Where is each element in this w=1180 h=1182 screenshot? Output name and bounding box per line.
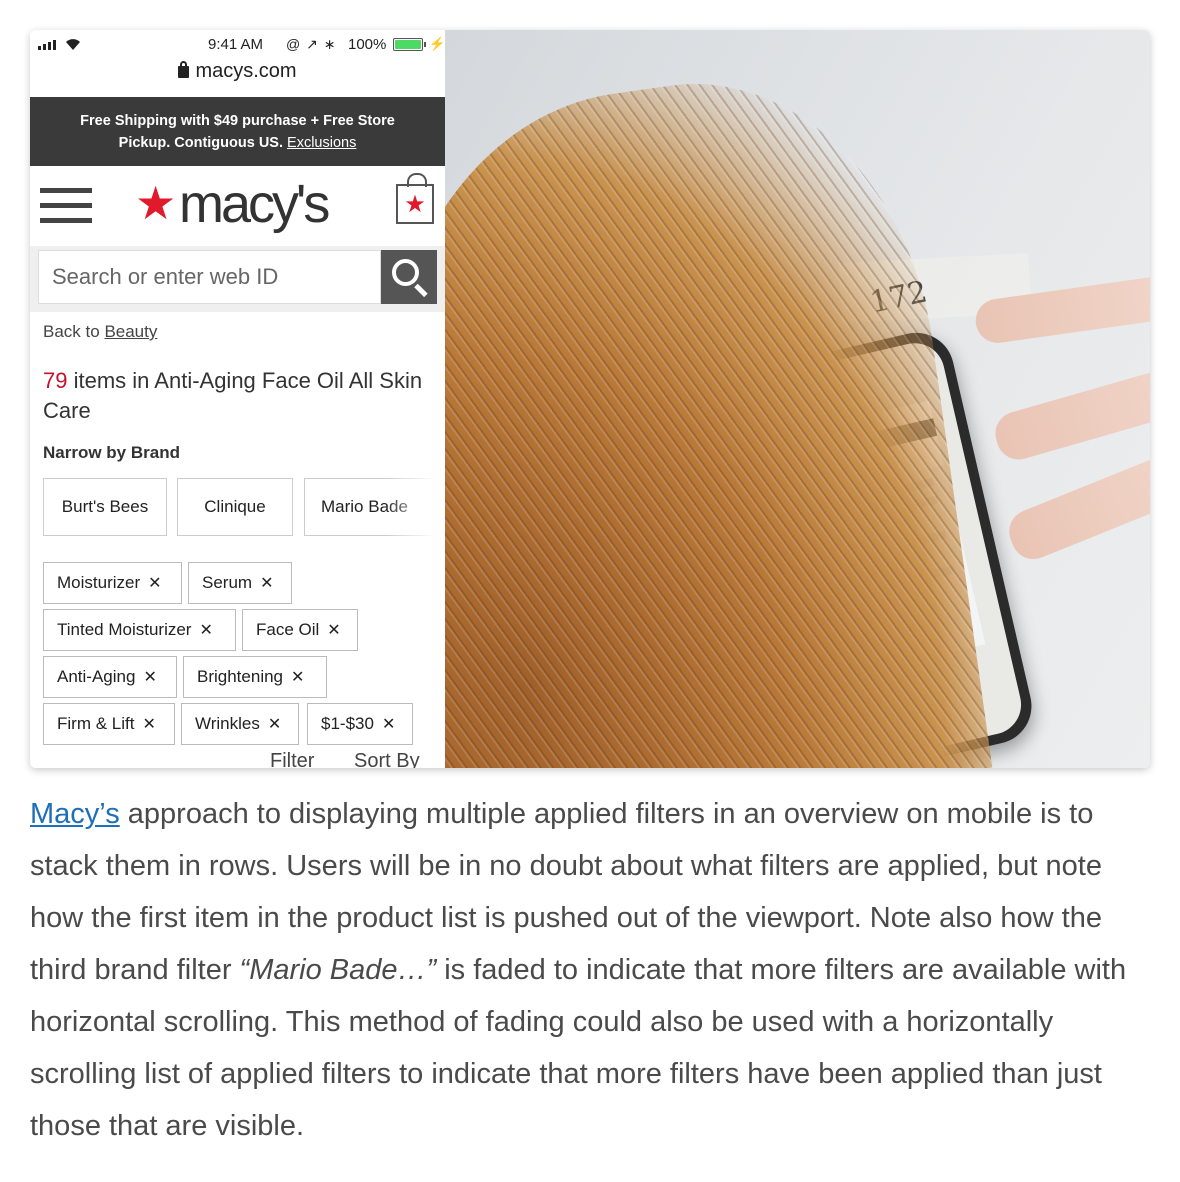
results-text: items in Anti-Aging Face Oil All Skin Ca… xyxy=(43,368,423,423)
brand-filter-row[interactable]: Burt's Bees Clinique Mario Bade xyxy=(43,478,445,536)
brand-button-clinique[interactable]: Clinique xyxy=(177,478,293,536)
remove-icon[interactable]: ✕ xyxy=(148,575,161,592)
sort-by-tab[interactable]: Sort By xyxy=(354,750,420,768)
finger xyxy=(990,363,1150,465)
lock-icon xyxy=(178,61,190,78)
remove-icon[interactable]: ✕ xyxy=(268,716,281,733)
status-bar: 9:41 AM @ ↗ ∗ 100% ⚡ xyxy=(30,30,445,60)
filter-chip[interactable]: Face Oil ✕ xyxy=(242,609,358,651)
wifi-icon xyxy=(66,39,80,50)
menu-icon[interactable] xyxy=(40,188,92,224)
signal-icon xyxy=(38,40,60,50)
logo-star-icon: ★ xyxy=(135,177,177,229)
search-button[interactable] xyxy=(381,250,437,304)
promo-banner: Free Shipping with $49 purchase + Free S… xyxy=(30,97,445,166)
shopping-bag-icon[interactable]: ★ xyxy=(396,173,434,224)
remove-icon[interactable]: ✕ xyxy=(382,716,395,733)
promo-line-2: Pickup. Contiguous US. Exclusions xyxy=(118,135,357,151)
bag-star-icon: ★ xyxy=(404,191,426,218)
exclusions-link[interactable]: Exclusions xyxy=(287,135,356,151)
filter-chip[interactable]: Brightening ✕ xyxy=(183,656,327,698)
logo-text: macy's xyxy=(179,174,330,234)
filter-chip[interactable]: $1-$30 ✕ xyxy=(307,703,413,745)
remove-icon[interactable]: ✕ xyxy=(291,669,304,686)
remove-icon[interactable]: ✕ xyxy=(142,716,155,733)
results-summary: 79 items in Anti-Aging Face Oil All Skin… xyxy=(43,366,423,426)
battery-percent: 100% xyxy=(348,36,387,53)
breadcrumb-link-beauty[interactable]: Beauty xyxy=(104,322,157,341)
scroll-fade xyxy=(385,478,445,536)
promo-line-1: Free Shipping with $49 purchase + Free S… xyxy=(80,113,395,129)
remove-icon[interactable]: ✕ xyxy=(260,575,273,592)
remove-icon[interactable]: ✕ xyxy=(327,622,340,639)
bottom-tabs: Filter Sort By xyxy=(30,748,445,768)
remove-icon[interactable]: ✕ xyxy=(143,669,156,686)
caption-paragraph: Macy’s approach to displaying multiple a… xyxy=(30,798,1127,1142)
mobile-screenshot: 9:41 AM @ ↗ ∗ 100% ⚡ macys.com Free Ship… xyxy=(30,30,445,768)
search-bar xyxy=(30,246,445,312)
participant-hair xyxy=(445,54,993,768)
filter-chip[interactable]: Tinted Moisturizer ✕ xyxy=(43,609,236,651)
finger xyxy=(1002,448,1150,566)
charging-icon: ⚡ xyxy=(429,36,445,51)
remove-icon[interactable]: ✕ xyxy=(199,622,212,639)
filter-chip[interactable]: Serum ✕ xyxy=(188,562,292,604)
status-time: 9:41 AM xyxy=(208,36,264,53)
battery-icon xyxy=(393,38,423,51)
results-count: 79 xyxy=(43,368,68,393)
filter-chip[interactable]: Anti-Aging ✕ xyxy=(43,656,177,698)
url-bar[interactable]: macys.com xyxy=(30,60,445,96)
status-icons: @ ↗ ∗ xyxy=(286,36,337,52)
narrow-by-brand-heading: Narrow by Brand xyxy=(43,443,180,462)
url-domain: macys.com xyxy=(195,60,297,82)
search-icon xyxy=(392,259,419,286)
filter-chip[interactable]: Firm & Lift ✕ xyxy=(43,703,175,745)
site-header: ★ macy's ★ xyxy=(30,166,445,246)
breadcrumb: Back to Beauty xyxy=(43,322,158,341)
brand-button-burts-bees[interactable]: Burt's Bees xyxy=(43,478,167,536)
user-test-photo: 172 xyxy=(445,30,1150,768)
filter-chip[interactable]: Moisturizer ✕ xyxy=(43,562,182,604)
search-input[interactable] xyxy=(38,250,381,304)
macys-link[interactable]: Macy’s xyxy=(30,798,120,830)
filter-tab[interactable]: Filter xyxy=(270,750,314,768)
caption-quote: “Mario Bade…” xyxy=(239,954,437,986)
figure: 9:41 AM @ ↗ ∗ 100% ⚡ macys.com Free Ship… xyxy=(30,30,1150,768)
filter-chip[interactable]: Wrinkles ✕ xyxy=(181,703,299,745)
